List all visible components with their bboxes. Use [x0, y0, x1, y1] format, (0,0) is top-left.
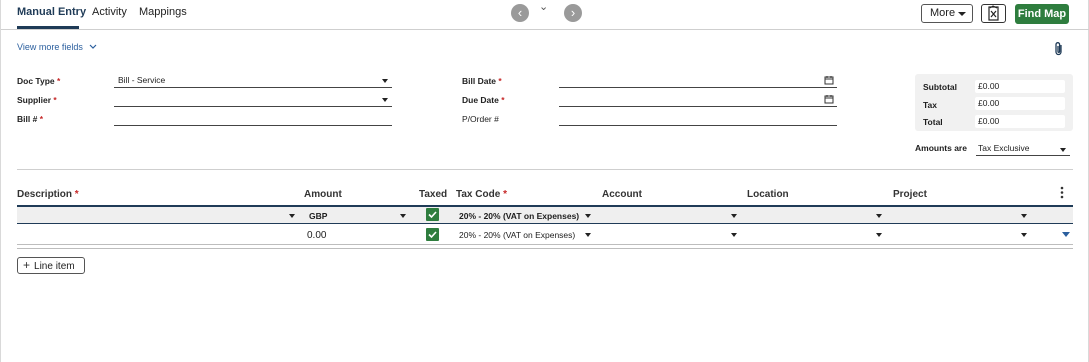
dropdown-arrow-icon	[382, 79, 388, 83]
supplier-select[interactable]	[114, 93, 392, 107]
taxed-checkbox[interactable]	[426, 228, 439, 241]
currency-select[interactable]: GBP	[309, 211, 327, 221]
location-dropdown-icon[interactable]	[876, 214, 882, 218]
purchase-order-label: P/Order #	[462, 114, 499, 124]
column-header-account[interactable]: Account	[602, 189, 642, 200]
doc-type-select[interactable]: Bill - Service	[114, 74, 392, 88]
location-dropdown-icon[interactable]	[876, 233, 882, 237]
dropdown-arrow-icon	[1060, 148, 1066, 152]
account-dropdown-icon[interactable]	[731, 233, 737, 237]
top-bar: Manual Entry Activity Mappings ‹ ⌄ › Mor…	[1, 0, 1089, 30]
currency-dropdown-icon[interactable]	[400, 214, 406, 218]
column-options-icon[interactable]	[1060, 186, 1064, 204]
tab-manual-entry[interactable]: Manual Entry	[17, 6, 86, 18]
total-label: Total	[923, 117, 943, 127]
calendar-icon[interactable]	[824, 75, 834, 88]
active-tab-indicator	[17, 26, 79, 29]
column-header-amount[interactable]: Amount	[304, 189, 342, 200]
chevron-down-icon	[89, 42, 97, 52]
view-more-fields-link[interactable]: View more fields	[17, 42, 97, 52]
taxed-default-checkbox[interactable]	[426, 208, 439, 221]
project-dropdown-icon[interactable]	[1021, 214, 1027, 218]
amounts-are-label: Amounts are	[915, 143, 967, 153]
caret-down-icon	[958, 12, 966, 16]
column-header-description[interactable]: Description *	[17, 189, 79, 200]
grid-bottom-border	[17, 248, 1073, 249]
find-map-button[interactable]: Find Map	[1015, 4, 1069, 24]
description-dropdown-icon[interactable]	[289, 214, 295, 218]
due-date-label: Due Date *	[462, 95, 505, 105]
line-item-row: 0.00 20% - 20% (VAT on Expenses)	[17, 225, 1073, 245]
supplier-label: Supplier *	[17, 95, 57, 105]
column-header-location[interactable]: Location	[747, 189, 789, 200]
document-delete-icon	[988, 5, 999, 21]
tax-code-dropdown-icon[interactable]	[585, 233, 591, 237]
view-more-fields-label: View more fields	[17, 42, 83, 52]
doc-type-value: Bill - Service	[118, 75, 166, 85]
calendar-icon[interactable]	[824, 94, 834, 107]
amounts-are-select[interactable]: Tax Exclusive	[976, 143, 1070, 156]
next-document-button[interactable]: ›	[564, 4, 582, 22]
previous-document-button[interactable]: ‹	[511, 4, 529, 22]
tax-code-dropdown-icon[interactable]	[585, 214, 591, 218]
column-header-taxed[interactable]: Taxed	[419, 189, 447, 200]
bill-number-input[interactable]	[114, 112, 392, 126]
dropdown-arrow-icon	[382, 98, 388, 102]
due-date-input[interactable]	[559, 93, 837, 107]
chevron-down-icon[interactable]: ⌄	[539, 0, 548, 13]
subtotal-label: Subtotal	[923, 82, 957, 92]
column-header-tax-code[interactable]: Tax Code *	[456, 189, 507, 200]
totals-panel: Subtotal £0.00 Tax £0.00 Total £0.00	[915, 74, 1073, 131]
bill-number-label: Bill # *	[17, 114, 43, 124]
app-frame: Manual Entry Activity Mappings ‹ ⌄ › Mor…	[0, 0, 1089, 362]
amounts-are-value: Tax Exclusive	[978, 143, 1030, 153]
tab-activity[interactable]: Activity	[92, 6, 127, 18]
purchase-order-input[interactable]	[559, 112, 837, 126]
tax-label: Tax	[923, 100, 938, 110]
checkmark-icon	[428, 231, 437, 239]
expand-row-icon[interactable]	[1062, 232, 1070, 237]
tab-mappings[interactable]: Mappings	[139, 6, 187, 18]
column-header-project[interactable]: Project	[893, 189, 927, 200]
tax-value: £0.00	[975, 97, 1065, 110]
chevron-left-icon: ‹	[517, 5, 523, 20]
project-dropdown-icon[interactable]	[1021, 233, 1027, 237]
total-value: £0.00	[975, 115, 1065, 128]
add-line-item-button[interactable]: + Line item	[17, 257, 85, 274]
attachment-icon[interactable]	[1053, 41, 1065, 62]
amount-input[interactable]: 0.00	[307, 230, 326, 241]
tax-code-select[interactable]: 20% - 20% (VAT on Expenses)	[459, 230, 575, 240]
plus-icon: +	[23, 258, 31, 272]
checkmark-icon	[428, 211, 437, 219]
add-line-item-label: Line item	[34, 261, 75, 272]
chevron-right-icon: ›	[570, 5, 576, 20]
discard-document-button[interactable]	[981, 4, 1006, 23]
tax-code-default-select[interactable]: 20% - 20% (VAT on Expenses)	[459, 211, 579, 221]
doc-type-label: Doc Type *	[17, 76, 61, 86]
section-divider	[17, 169, 1073, 170]
account-dropdown-icon[interactable]	[731, 214, 737, 218]
default-values-row: GBP 20% - 20% (VAT on Expenses)	[17, 205, 1073, 224]
bill-date-label: Bill Date *	[462, 76, 502, 86]
more-button-label: More	[930, 7, 956, 19]
subtotal-value: £0.00	[975, 80, 1065, 93]
bill-date-input[interactable]	[559, 74, 837, 88]
more-button[interactable]: More	[921, 4, 973, 23]
